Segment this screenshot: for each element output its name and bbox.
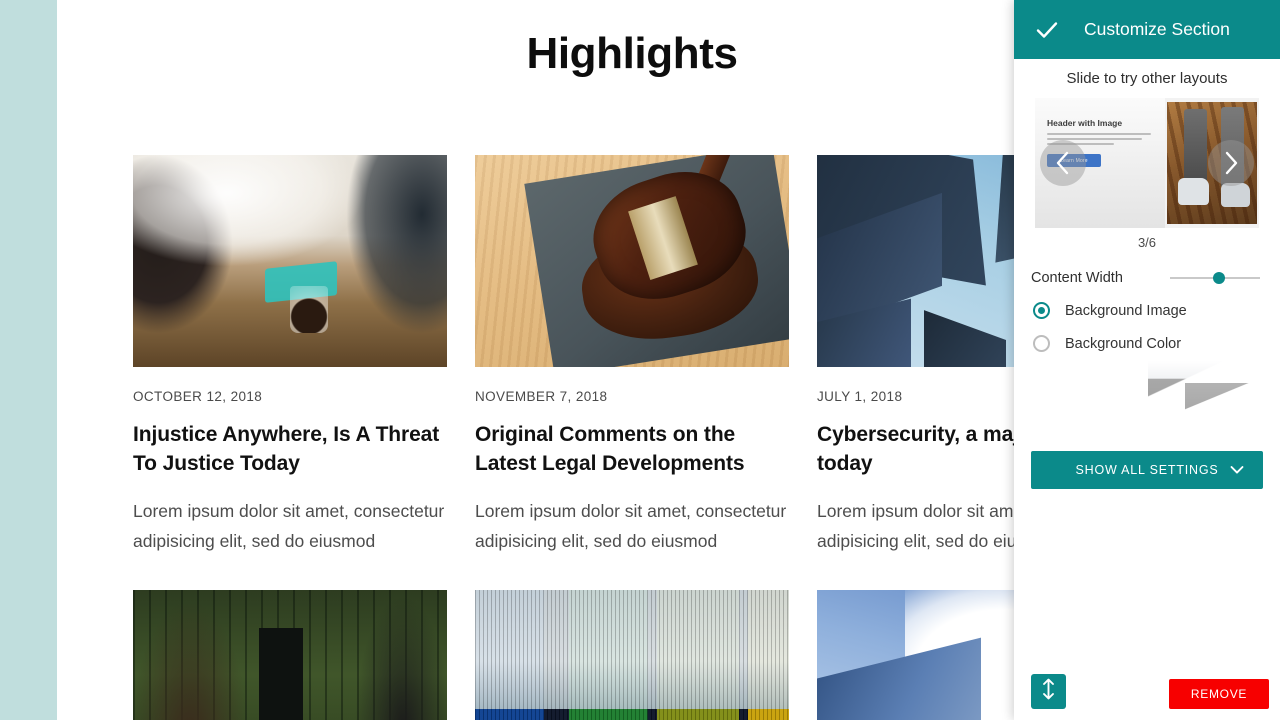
left-edge-strip [0, 0, 57, 720]
card-image-colored-glass-panels-photo[interactable] [475, 590, 789, 720]
card-image-judge-gavel-photo[interactable] [475, 155, 789, 367]
two-people-garden-photo [133, 590, 447, 720]
business-handshake-coffee-photo [133, 155, 447, 367]
customize-section-panel: Customize Section Slide to try other lay… [1014, 0, 1280, 720]
layout-preview-heading: Header with Image [1047, 118, 1123, 128]
radio-background-image[interactable] [1033, 302, 1050, 319]
chevron-right-icon [1221, 150, 1241, 176]
highlight-card[interactable] [475, 590, 789, 720]
card-image-two-people-garden-photo[interactable] [133, 590, 447, 720]
card-title[interactable]: Injustice Anywhere, Is A Threat To Justi… [133, 421, 447, 479]
card-body: Lorem ipsum dolor sit amet, consectetur … [475, 500, 787, 551]
carousel-prev-button[interactable] [1040, 140, 1086, 186]
background-color-label: Background Color [1065, 335, 1182, 352]
content-width-label: Content Width [1031, 270, 1123, 286]
card-title[interactable]: Original Comments on the Latest Legal De… [475, 421, 789, 479]
layout-carousel[interactable]: Header with Image Learn More [1035, 98, 1259, 228]
background-image-thumbnail[interactable] [1148, 361, 1272, 419]
highlight-card[interactable]: OCTOBER 12, 2018 Injustice Anywhere, Is … [133, 155, 447, 556]
colored-glass-panels-photo [475, 590, 789, 720]
panel-title: Customize Section [1084, 19, 1230, 39]
screen-root: Highlights OCTOBER 12, 2018 Injustice An… [0, 0, 1280, 720]
chevron-left-icon [1053, 150, 1073, 176]
check-icon[interactable] [1034, 17, 1060, 43]
content-width-row: Content Width [1031, 270, 1260, 286]
card-date: NOVEMBER 7, 2018 [475, 389, 608, 404]
card-date: OCTOBER 12, 2018 [133, 389, 263, 404]
judge-gavel-photo [475, 155, 789, 367]
chevron-down-icon [1230, 464, 1244, 478]
card-body: Lorem ipsum dolor sit amet, consectetur … [133, 500, 445, 551]
move-vertical-icon [1039, 678, 1058, 705]
highlight-card[interactable]: NOVEMBER 7, 2018 Original Comments on th… [475, 155, 789, 556]
carousel-next-button[interactable] [1208, 140, 1254, 186]
background-image-option[interactable]: Background Image [1033, 302, 1280, 319]
move-section-button[interactable] [1031, 674, 1066, 709]
remove-section-button[interactable]: REMOVE [1169, 679, 1269, 709]
slider-thumb[interactable] [1213, 272, 1226, 284]
content-width-slider[interactable] [1170, 271, 1260, 285]
show-all-settings-button[interactable]: SHOW ALL SETTINGS [1031, 451, 1263, 489]
highlight-card[interactable] [133, 590, 447, 720]
radio-background-color[interactable] [1033, 335, 1050, 352]
mountain-thumbnail-peak [1185, 383, 1272, 419]
background-color-option[interactable]: Background Color [1033, 335, 1280, 352]
card-image-business-handshake-coffee-photo[interactable] [133, 155, 447, 367]
background-image-label: Background Image [1065, 302, 1187, 319]
layout-instruction: Slide to try other layouts [1066, 70, 1228, 87]
show-all-settings-label: SHOW ALL SETTINGS [1075, 463, 1219, 477]
panel-header: Customize Section [1014, 0, 1280, 59]
carousel-counter: 3/6 [1137, 235, 1157, 250]
